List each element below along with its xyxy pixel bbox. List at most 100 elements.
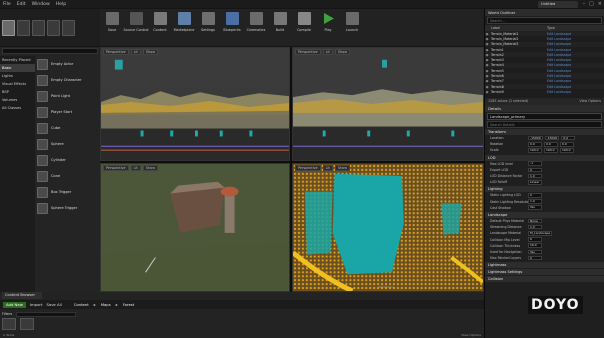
section-header[interactable]: Lightmass	[485, 262, 604, 269]
property-value[interactable]: 0	[528, 193, 542, 198]
minimize-icon[interactable]: –	[583, 1, 586, 7]
content-view-options-button[interactable]: View Options	[461, 333, 481, 337]
close-icon[interactable]: ×	[598, 1, 602, 7]
category-lights[interactable]: Lights	[0, 72, 35, 80]
breadcrumb-maps[interactable]: Maps	[101, 302, 111, 307]
show-button[interactable]: Show	[142, 49, 158, 55]
landscape-mode-icon[interactable]	[32, 19, 45, 36]
lit-button[interactable]: Lit	[130, 49, 141, 55]
menu-help[interactable]: Help	[56, 2, 66, 7]
column-type[interactable]: Type	[547, 25, 555, 31]
property-value[interactable]: M_Landscape	[528, 231, 553, 236]
save-all-button[interactable]: Save All	[46, 302, 61, 307]
foliage-mode-icon[interactable]	[47, 19, 60, 36]
details-search-input[interactable]: Search Details	[487, 121, 602, 128]
property-value[interactable]: -15000	[544, 135, 560, 141]
property-value[interactable]: -1	[528, 161, 542, 166]
place-item[interactable]: Point Light	[35, 88, 100, 104]
perspective-button[interactable]: Perspective	[295, 49, 321, 55]
compile-button[interactable]: Compile	[292, 12, 316, 45]
menu-edit[interactable]: Edit	[17, 2, 26, 7]
category-recently-placed[interactable]: Recently Placed	[0, 56, 35, 64]
filters-button[interactable]: Filters	[2, 312, 12, 316]
place-search-input[interactable]	[2, 48, 98, 54]
property-value[interactable]: 16.0	[528, 243, 542, 249]
property-value[interactable]: 100.0	[544, 148, 558, 153]
breadcrumb-content[interactable]: Content	[74, 302, 89, 307]
place-item[interactable]: Cone	[35, 168, 100, 184]
content-browser-tab[interactable]: Content Browser	[2, 292, 42, 299]
add-new-button[interactable]: Add New	[3, 301, 26, 308]
viewport-top-right[interactable]: Perspective Lit Show	[292, 47, 484, 161]
asset-thumbnail[interactable]	[2, 318, 16, 330]
maximize-icon[interactable]: □	[589, 1, 594, 7]
place-item[interactable]: Sphere Trigger	[35, 200, 100, 216]
property-value[interactable]: 0	[528, 255, 542, 261]
lit-button[interactable]: Lit	[130, 165, 141, 171]
property-value[interactable]: 1.0	[528, 199, 542, 204]
viewport-bottom-left[interactable]: Perspective Lit Show	[100, 163, 290, 292]
perspective-button[interactable]: Perspective	[103, 165, 129, 171]
category-all-classes[interactable]: All Classes	[0, 104, 35, 112]
settings-button[interactable]: Settings	[196, 12, 220, 45]
property-value[interactable]: 1.0	[528, 224, 542, 230]
category-visual-effects[interactable]: Visual Effects	[0, 80, 35, 88]
blueprints-button[interactable]: Blueprints	[220, 12, 244, 45]
property-value[interactable]: 1.0	[528, 173, 542, 179]
perspective-button[interactable]: Perspective	[295, 165, 321, 171]
geometry-mode-icon[interactable]	[62, 19, 75, 36]
import-button[interactable]: Import	[30, 302, 43, 307]
property-value[interactable]: Linear	[528, 179, 542, 185]
viewport-bottom-right[interactable]: Perspective Lit Show Wireframe	[292, 163, 484, 292]
place-item[interactable]: Cube	[35, 120, 100, 136]
asset-thumbnail[interactable]	[20, 318, 34, 330]
view-options-button[interactable]: View Options	[579, 98, 601, 105]
source-control-button[interactable]: Source Control	[124, 12, 149, 45]
property-value[interactable]: 0.0	[528, 141, 542, 147]
place-item[interactable]: Box Trigger	[35, 184, 100, 200]
marketplace-button[interactable]: Marketplace	[172, 12, 196, 45]
breadcrumb-forest[interactable]: Forest	[123, 302, 135, 307]
place-item[interactable]: Sphere	[35, 136, 100, 152]
property-value[interactable]: 0.0	[561, 135, 576, 141]
menu-window[interactable]: Window	[32, 2, 50, 7]
property-value[interactable]: 0	[528, 237, 542, 242]
property-value[interactable]: 0.0	[544, 141, 558, 147]
place-item[interactable]: Empty Actor	[35, 56, 100, 72]
show-button[interactable]: Show	[334, 165, 350, 171]
column-label[interactable]: Label	[485, 25, 547, 31]
section-header[interactable]: Collision	[485, 276, 604, 283]
outliner-tab[interactable]: World Outliner	[485, 9, 604, 16]
paint-mode-icon[interactable]	[17, 19, 30, 36]
property-value[interactable]: None	[528, 218, 542, 224]
property-value[interactable]: Yes	[528, 249, 542, 255]
place-item[interactable]: Empty Character	[35, 72, 100, 88]
save-button[interactable]: Save	[100, 12, 124, 45]
cinematics-button[interactable]: Cinematics	[244, 12, 268, 45]
viewport-top-left[interactable]: Perspective Lit Show	[100, 47, 290, 161]
property-value[interactable]: 0	[528, 167, 542, 173]
actor-name-field[interactable]: Landscape_primary	[487, 113, 602, 120]
lit-button[interactable]: Lit	[322, 165, 333, 171]
property-value[interactable]: 0.0	[560, 141, 574, 147]
category-volumes[interactable]: Volumes	[0, 96, 35, 104]
place-item[interactable]: Cylinder	[35, 152, 100, 168]
category-basic[interactable]: Basic	[0, 64, 35, 72]
property-value[interactable]: 100.0	[560, 148, 574, 153]
property-value[interactable]: Yes	[528, 205, 542, 211]
outliner-search-input[interactable]: Search...	[487, 17, 602, 24]
table-row[interactable]: ◉ Terrain9 Edit Landscape	[485, 89, 604, 94]
show-button[interactable]: Show	[142, 165, 158, 171]
property-value[interactable]: -15000	[528, 135, 543, 141]
category-bsp[interactable]: BSP	[0, 88, 35, 96]
perspective-button[interactable]: Perspective	[103, 49, 129, 55]
place-mode-icon[interactable]	[2, 19, 15, 36]
lit-button[interactable]: Lit	[322, 49, 333, 55]
launch-button[interactable]: Launch	[340, 12, 364, 45]
menu-file[interactable]: File	[3, 2, 11, 7]
property-value[interactable]: 100.0	[528, 148, 542, 153]
build-button[interactable]: Build	[268, 12, 292, 45]
content-button[interactable]: Content	[148, 12, 172, 45]
section-header[interactable]: Lightmass Settings	[485, 269, 604, 276]
details-tab[interactable]: Details	[485, 105, 604, 112]
